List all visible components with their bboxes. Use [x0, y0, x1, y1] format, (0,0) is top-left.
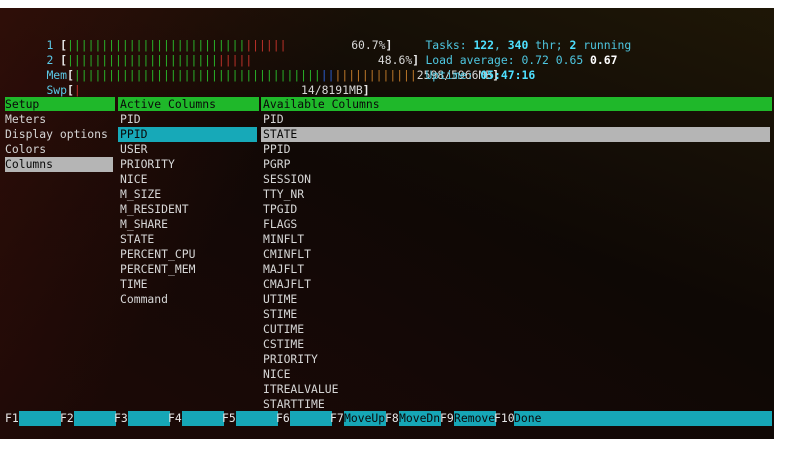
- available-column-ppid[interactable]: PPID: [261, 142, 290, 157]
- load-15: 0.67: [590, 53, 618, 67]
- active-column-time[interactable]: TIME: [118, 277, 147, 292]
- active-columns-header: Active Columns: [118, 97, 259, 111]
- fkey-f2-button[interactable]: [74, 411, 116, 426]
- active-column-pid[interactable]: PID: [118, 112, 141, 127]
- active-column-percent-mem[interactable]: PERCENT_MEM: [118, 262, 195, 277]
- available-column-state[interactable]: STATE: [261, 127, 770, 142]
- fkey-f8-button[interactable]: MoveDn: [399, 411, 441, 426]
- swp-label: Swp: [46, 83, 68, 97]
- available-column-pgrp[interactable]: PGRP: [261, 157, 290, 172]
- available-column-cstime[interactable]: CSTIME: [261, 337, 304, 352]
- fkey-f8: F8: [385, 411, 399, 425]
- setup-header: Setup: [5, 97, 115, 111]
- fkey-f9-button[interactable]: Remove: [454, 411, 496, 426]
- available-column-utime[interactable]: UTIME: [261, 292, 297, 307]
- fkey-f4-button[interactable]: [182, 411, 224, 426]
- swp-value: 14/8191MB: [301, 83, 363, 97]
- setup-item-colors[interactable]: Colors: [5, 142, 46, 157]
- available-columns-header: Available Columns: [261, 97, 772, 111]
- active-column-priority[interactable]: PRIORITY: [118, 157, 175, 172]
- available-column-cmajflt[interactable]: CMAJFLT: [261, 277, 311, 292]
- fkey-f5: F5: [222, 411, 236, 425]
- fkey-f10: F10: [494, 411, 515, 425]
- active-column-state[interactable]: STATE: [118, 232, 154, 247]
- fkey-f3: F3: [114, 411, 128, 425]
- available-column-priority[interactable]: PRIORITY: [261, 352, 318, 367]
- fkey-f10-button[interactable]: Done: [514, 411, 772, 426]
- available-column-itrealvalue[interactable]: ITREALVALUE: [261, 382, 338, 397]
- uptime-line: Uptime: 05:47:16: [425, 68, 536, 82]
- active-column-command[interactable]: Command: [118, 292, 168, 307]
- setup-item-columns[interactable]: Columns: [5, 157, 113, 172]
- terminal-window: 1 [|||||||||||||||||||||||||||||||| 60.7%…: [0, 8, 774, 439]
- available-column-majflt[interactable]: MAJFLT: [261, 262, 304, 277]
- active-column-m-resident[interactable]: M_RESIDENT: [118, 202, 189, 217]
- uptime-value: 05:47:16: [480, 68, 536, 82]
- active-column-nice[interactable]: NICE: [118, 172, 147, 187]
- active-column-user[interactable]: USER: [118, 142, 147, 157]
- fkey-f5-button[interactable]: [236, 411, 278, 426]
- available-column-flags[interactable]: FLAGS: [261, 217, 297, 232]
- fkey-f3-button[interactable]: [128, 411, 170, 426]
- fkey-f6: F6: [276, 411, 290, 425]
- setup-item-meters[interactable]: Meters: [5, 112, 46, 127]
- load-5: 0.65: [555, 53, 584, 67]
- fkey-f1: F1: [5, 411, 19, 425]
- fkey-f1-button[interactable]: [19, 411, 61, 426]
- available-column-stime[interactable]: STIME: [261, 307, 297, 322]
- active-column-ppid[interactable]: PPID: [118, 127, 257, 142]
- available-column-tty-nr[interactable]: TTY_NR: [261, 187, 304, 202]
- available-column-starttime[interactable]: STARTTIME: [261, 397, 325, 412]
- fkey-f2: F2: [60, 411, 74, 425]
- available-column-session[interactable]: SESSION: [261, 172, 311, 187]
- fkey-f9: F9: [440, 411, 454, 425]
- fkey-f4: F4: [168, 411, 182, 425]
- active-column-percent-cpu[interactable]: PERCENT_CPU: [118, 247, 195, 262]
- available-column-cminflt[interactable]: CMINFLT: [261, 247, 311, 262]
- available-column-minflt[interactable]: MINFLT: [261, 232, 304, 247]
- fkey-f7: F7: [330, 411, 344, 425]
- setup-item-display-options[interactable]: Display options: [5, 127, 108, 142]
- available-column-tpgid[interactable]: TPGID: [261, 202, 297, 217]
- active-column-m-share[interactable]: M_SHARE: [118, 217, 168, 232]
- active-column-m-size[interactable]: M_SIZE: [118, 187, 161, 202]
- available-column-nice[interactable]: NICE: [261, 367, 290, 382]
- fkey-f7-button[interactable]: MoveUp: [344, 411, 386, 426]
- available-column-cutime[interactable]: CUTIME: [261, 322, 304, 337]
- available-column-pid[interactable]: PID: [261, 112, 284, 127]
- fkey-f6-button[interactable]: [290, 411, 332, 426]
